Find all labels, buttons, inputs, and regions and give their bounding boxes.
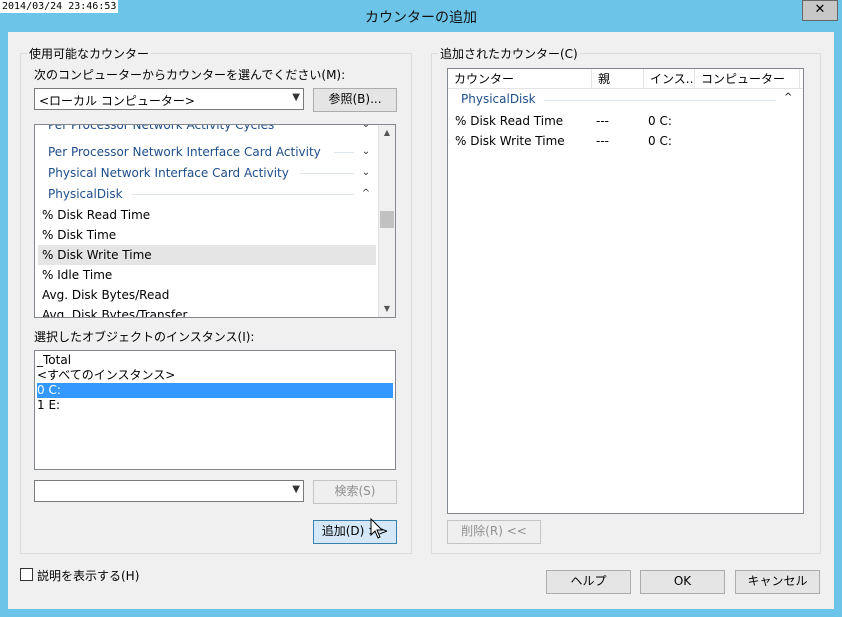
counter-category-label: Physical Network Interface Card Activity [48, 166, 289, 180]
list-item[interactable]: Physical Network Interface Card Activity… [48, 163, 373, 183]
added-row-parent: --- [596, 114, 609, 128]
separator-line [132, 194, 354, 195]
computer-select-label: 次のコンピューターからカウンターを選んでください(M): [34, 68, 346, 82]
close-button[interactable]: ✕ [802, 0, 838, 21]
added-category-label[interactable]: PhysicalDisk [461, 92, 536, 106]
ok-button[interactable]: OK [640, 570, 725, 594]
added-row-instance: 0 C: [648, 114, 672, 128]
column-header-instance[interactable]: インス... [644, 69, 695, 89]
list-item[interactable]: Per Processor Network Activity Cycles ⌄ [48, 124, 373, 135]
added-row-counter[interactable]: % Disk Read Time [455, 114, 563, 128]
chevron-down-icon[interactable]: ⌄ [359, 163, 373, 183]
chevron-up-icon[interactable]: ^ [359, 184, 373, 204]
list-item[interactable]: _Total [37, 353, 393, 368]
separator-line [300, 173, 354, 174]
search-button[interactable]: 検索(S) [313, 480, 397, 504]
show-description-checkbox[interactable] [20, 568, 33, 581]
mouse-cursor-icon [370, 518, 384, 539]
separator-line [544, 100, 776, 101]
counter-category-label: Per Processor Network Interface Card Act… [48, 145, 321, 159]
added-row-parent: --- [596, 134, 609, 148]
timestamp-overlay: 2014/03/24 23:46:53 [0, 0, 119, 13]
instances-list[interactable]: _Total <すべてのインスタンス> 0 C: 1 E: [34, 350, 396, 470]
chevron-down-icon: ▼ [292, 484, 300, 495]
remove-button[interactable]: 削除(R) << [447, 520, 541, 544]
counter-list-scrollbar[interactable]: ▲ ▼ [378, 125, 395, 317]
dialog-body: 使用可能なカウンター 次のコンピューターからカウンターを選んでください(M): … [8, 32, 834, 609]
cancel-button[interactable]: キャンセル [735, 570, 820, 594]
column-header-parent[interactable]: 親 [592, 69, 644, 89]
counter-category-label: Per Processor Network Activity Cycles [48, 124, 275, 132]
available-counters-legend: 使用可能なカウンター [29, 47, 150, 61]
list-item[interactable]: % Idle Time [42, 265, 373, 285]
added-list-header: カウンター 親 インス... コンピューター [448, 69, 803, 89]
added-counters-legend: 追加されたカウンター(C) [440, 47, 578, 61]
added-row-counter[interactable]: % Disk Write Time [455, 134, 565, 148]
scroll-up-icon[interactable]: ▲ [379, 125, 395, 141]
chevron-down-icon: ▼ [292, 92, 300, 103]
list-item[interactable]: Avg. Disk Bytes/Transfer [42, 305, 373, 317]
list-item[interactable]: 0 C: [37, 383, 393, 398]
close-icon: ✕ [814, 2, 826, 17]
counter-category-label: PhysicalDisk [48, 187, 123, 201]
list-item[interactable]: % Disk Read Time [42, 205, 373, 225]
computer-combo-value: <ローカル コンピューター> [39, 94, 195, 108]
list-item[interactable]: 1 E: [37, 398, 393, 413]
instance-search-combo[interactable]: ▼ [34, 480, 304, 502]
window-title: カウンターの追加 [365, 10, 477, 26]
chevron-down-icon[interactable]: ⌄ [359, 142, 373, 162]
separator-line [334, 152, 354, 153]
list-item[interactable]: % Disk Write Time [38, 245, 376, 265]
chevron-down-icon[interactable]: ⌄ [359, 125, 373, 135]
column-header-counter[interactable]: カウンター [448, 69, 592, 89]
column-header-computer[interactable]: コンピューター [695, 69, 800, 89]
list-item[interactable]: Avg. Disk Bytes/Read [42, 285, 373, 305]
list-item[interactable]: Per Processor Network Interface Card Act… [48, 142, 373, 162]
show-description-label[interactable]: 説明を表示する(H) [37, 567, 139, 584]
list-item[interactable]: PhysicalDisk ^ [48, 184, 373, 204]
scroll-thumb[interactable] [380, 211, 394, 228]
chevron-up-icon[interactable]: ^ [784, 92, 792, 103]
added-counters-list[interactable]: カウンター 親 インス... コンピューター PhysicalDisk ^ % … [447, 68, 804, 514]
browse-button[interactable]: 参照(B)... [313, 88, 397, 112]
added-row-instance: 0 C: [648, 134, 672, 148]
counter-list[interactable]: Per Processor Network Activity Cycles ⌄ … [34, 124, 396, 318]
computer-combo[interactable]: <ローカル コンピューター> ▼ [34, 88, 304, 110]
add-button[interactable]: 追加(D) >> [313, 520, 397, 544]
scroll-down-icon[interactable]: ▼ [379, 301, 395, 317]
list-item[interactable]: % Disk Time [42, 225, 373, 245]
list-item[interactable]: <すべてのインスタンス> [37, 368, 393, 383]
help-button[interactable]: ヘルプ [546, 570, 631, 594]
instances-label: 選択したオブジェクトのインスタンス(I): [34, 330, 255, 344]
